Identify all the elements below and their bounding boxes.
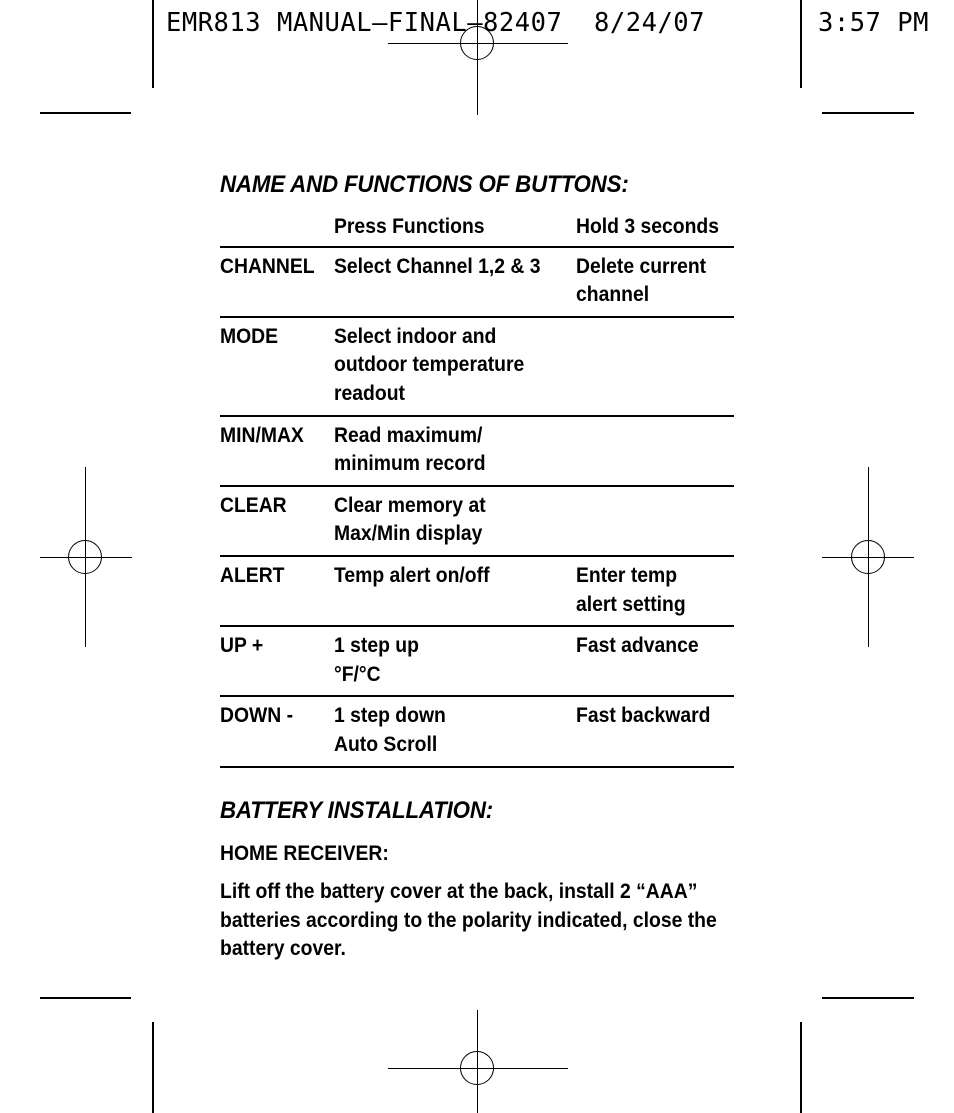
buttons-section-heading: NAME AND FUNCTIONS OF BUTTONS: bbox=[220, 171, 629, 198]
column-header-button bbox=[220, 212, 334, 247]
row-hold-function bbox=[576, 317, 734, 416]
table-row: UP + 1 step up °F/°C Fast advance bbox=[220, 626, 734, 696]
page-content: NAME AND FUNCTIONS OF BUTTONS: Press Fun… bbox=[220, 173, 734, 963]
row-hold-function bbox=[576, 486, 734, 556]
registration-crosshair-horizontal bbox=[822, 557, 914, 558]
button-functions-table: Press Functions Hold 3 seconds CHANNEL Se… bbox=[220, 212, 734, 768]
row-button-name: ALERT bbox=[220, 562, 285, 587]
slug-job-and-date: EMR813 MANUAL–FINAL–82407 8/24/07 bbox=[166, 8, 705, 38]
trim-line-bottom-right bbox=[800, 1022, 802, 1113]
table-row: ALERT Temp alert on/off Enter temp alert s… bbox=[220, 555, 734, 626]
crop-mark-bottom-right bbox=[822, 997, 914, 999]
registration-crosshair-vertical bbox=[477, 1010, 478, 1113]
battery-instructions-text: Lift off the battery cover at the back, … bbox=[220, 879, 717, 961]
table-header-row: Press Functions Hold 3 seconds bbox=[220, 212, 734, 247]
row-press-function: Select indoor and outdoor temperature re… bbox=[334, 323, 525, 405]
battery-section-heading: BATTERY INSTALLATION: bbox=[220, 796, 494, 824]
crop-mark-top-left bbox=[40, 112, 131, 114]
row-hold-function bbox=[576, 416, 734, 486]
row-press-function: Select Channel 1,2 & 3 bbox=[334, 253, 541, 278]
registration-crosshair-horizontal bbox=[40, 557, 132, 558]
row-press-function: Temp alert on/off bbox=[334, 562, 490, 587]
row-hold-function: Fast advance bbox=[576, 633, 699, 658]
row-press-function: 1 step up °F/°C bbox=[334, 633, 419, 686]
row-button-name: CHANNEL bbox=[220, 253, 315, 278]
column-header-hold-3-seconds: Hold 3 seconds bbox=[576, 214, 720, 238]
row-hold-function: Enter temp alert setting bbox=[576, 562, 686, 616]
registration-crosshair-horizontal bbox=[388, 1068, 568, 1069]
column-header-press-functions: Press Functions bbox=[334, 214, 485, 238]
crop-mark-bottom-left bbox=[40, 997, 131, 999]
row-button-name: UP + bbox=[220, 633, 264, 658]
home-receiver-subheading: HOME RECEIVER: bbox=[220, 840, 389, 865]
slug-job-name: EMR813 MANUAL–FINAL–82407 bbox=[166, 8, 563, 38]
table-head: Press Functions Hold 3 seconds bbox=[220, 212, 734, 247]
slug-date: 8/24/07 bbox=[594, 8, 705, 38]
table-row: MODE Select indoor and outdoor temperatur… bbox=[220, 316, 734, 416]
row-hold-function: Delete current channel bbox=[576, 253, 707, 307]
row-press-function: 1 step down Auto Scroll bbox=[334, 703, 446, 756]
manual-page: EMR813 MANUAL–FINAL–82407 8/24/07 3:57 P… bbox=[0, 0, 954, 1113]
row-button-name: CLEAR bbox=[220, 492, 287, 517]
slug-time: 3:57 PM bbox=[818, 8, 929, 38]
trim-line-bottom-left bbox=[152, 1022, 154, 1113]
table-row: DOWN - 1 step down Auto Scroll Fast backwa… bbox=[220, 696, 734, 767]
table-body: CHANNEL Select Channel 1,2 & 3 Delete curr… bbox=[220, 246, 734, 767]
table-row: CHANNEL Select Channel 1,2 & 3 Delete curr… bbox=[220, 246, 734, 317]
battery-installation-section: BATTERY INSTALLATION: HOME RECEIVER: Lif… bbox=[220, 796, 734, 963]
table-row: MIN/MAX Read maximum/ minimum record bbox=[220, 415, 734, 486]
row-button-name: MIN/MAX bbox=[220, 422, 304, 447]
table-row: CLEAR Clear memory at Max/Min display bbox=[220, 485, 734, 556]
crop-mark-top-right bbox=[822, 112, 914, 114]
row-press-function: Clear memory at Max/Min display bbox=[334, 492, 486, 546]
row-press-function: Read maximum/ minimum record bbox=[334, 422, 486, 476]
row-hold-function: Fast backward bbox=[576, 703, 711, 728]
print-slug-header: EMR813 MANUAL–FINAL–82407 8/24/07 3:57 P… bbox=[0, 0, 954, 44]
row-button-name: DOWN - bbox=[220, 703, 294, 728]
row-button-name: MODE bbox=[220, 323, 279, 348]
